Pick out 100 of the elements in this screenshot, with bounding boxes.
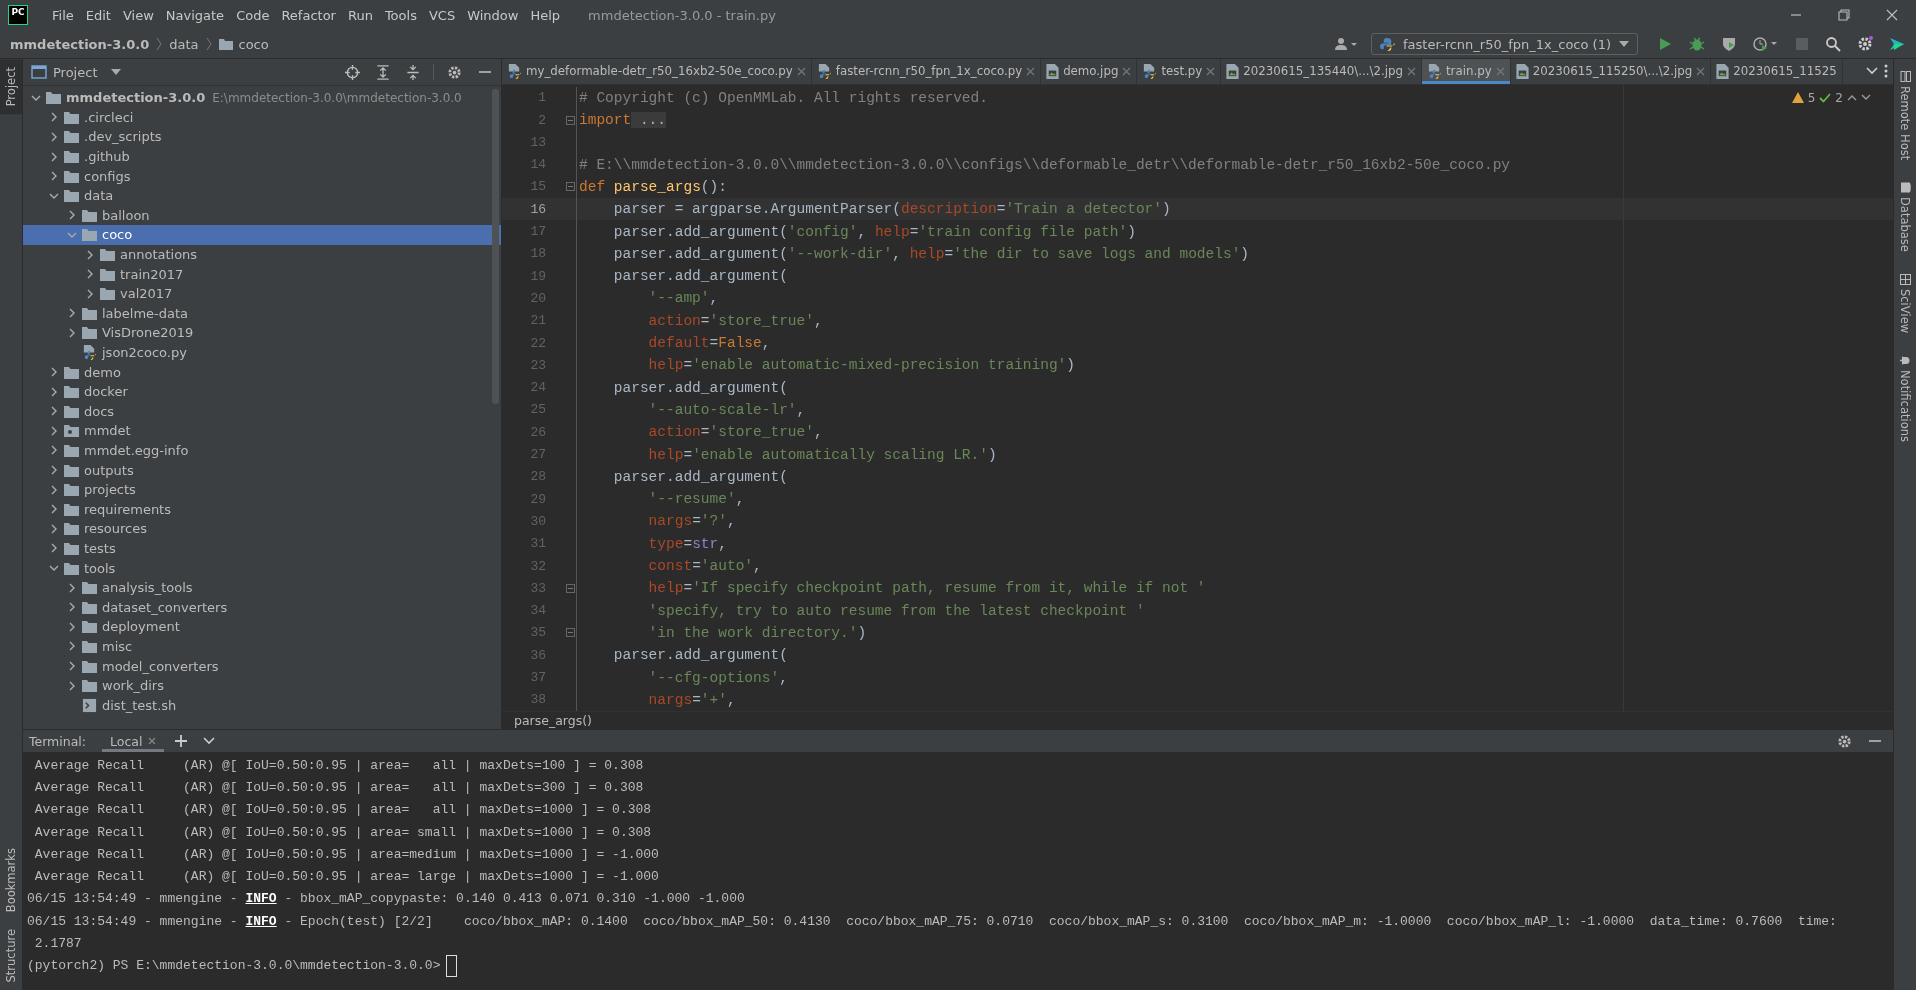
tree-item[interactable]: VisDrone2019 — [23, 323, 501, 343]
menu-item[interactable]: Window — [461, 7, 525, 23]
chevron-icon[interactable] — [49, 151, 59, 162]
chevron-icon[interactable] — [49, 425, 59, 436]
chevron-icon[interactable] — [67, 602, 77, 613]
warning-icon[interactable] — [1791, 92, 1804, 104]
tool-window-tab[interactable]: Structure — [0, 920, 22, 990]
tree-item[interactable]: annotations — [23, 244, 501, 265]
chevron-icon[interactable] — [85, 288, 95, 299]
collapse-all-icon[interactable] — [406, 64, 420, 80]
profile-icon[interactable] — [1753, 36, 1779, 52]
tool-window-tab[interactable]: Database — [1894, 178, 1916, 257]
chevron-icon[interactable] — [49, 171, 59, 182]
chevron-icon[interactable] — [49, 367, 59, 378]
editor-tab[interactable]: 20230615_11525 — [1711, 59, 1843, 84]
editor-tab[interactable]: 20230615_135440\...\2.jpg — [1221, 59, 1422, 84]
tree-item[interactable]: data — [23, 185, 501, 206]
menu-item[interactable]: File — [46, 7, 80, 23]
settings-icon[interactable] — [447, 64, 462, 80]
chevron-icon[interactable] — [67, 680, 77, 691]
more-icon[interactable] — [1884, 64, 1888, 79]
tool-window-tab[interactable]: Bookmarks — [0, 840, 22, 921]
tree-item[interactable]: dist_test.sh — [23, 695, 501, 715]
menu-item[interactable]: Tools — [378, 7, 423, 23]
menu-item[interactable]: View — [116, 7, 160, 23]
search-icon[interactable] — [1825, 36, 1841, 52]
tree-item[interactable]: demo — [23, 362, 501, 382]
tree-item[interactable]: resources — [23, 519, 501, 539]
tree-item[interactable]: docker — [23, 381, 501, 402]
menu-item[interactable]: Refactor — [275, 7, 342, 23]
chevron-down-icon[interactable] — [1866, 67, 1878, 76]
tool-window-tab[interactable]: Remote Host — [1894, 67, 1916, 165]
close-icon[interactable] — [796, 66, 806, 76]
settings-icon[interactable] — [1837, 733, 1852, 749]
menu-item[interactable]: Edit — [79, 7, 117, 23]
tree-item[interactable]: mmdet.egg-info — [23, 440, 501, 461]
menu-item[interactable]: Navigate — [159, 7, 231, 23]
chevron-icon[interactable] — [67, 661, 77, 671]
editor-tab[interactable]: demo.jpg — [1041, 59, 1138, 84]
tree-item[interactable]: deployment — [23, 617, 501, 637]
chevron-icon[interactable] — [49, 386, 59, 397]
chevron-icon[interactable] — [67, 327, 77, 338]
close-icon[interactable] — [1206, 66, 1216, 76]
menu-item[interactable]: Help — [524, 7, 567, 23]
chevron-icon[interactable] — [67, 621, 77, 632]
chevron-icon[interactable] — [85, 249, 95, 260]
fold-icon[interactable] — [566, 583, 575, 593]
breadcrumb[interactable]: data — [169, 36, 199, 52]
tree-item[interactable]: outputs — [23, 460, 501, 480]
editor-tab[interactable]: faster-rcnn_r50_fpn_1x_coco.py — [811, 59, 1042, 84]
tree-item[interactable]: tools — [23, 558, 501, 578]
code-breadcrumb[interactable]: parse_args() — [514, 712, 592, 728]
chevron-icon[interactable] — [49, 523, 59, 534]
tree-item[interactable]: work_dirs — [23, 675, 501, 696]
chevron-icon[interactable] — [49, 406, 59, 417]
tree-item[interactable]: json2coco.py — [23, 342, 501, 363]
add-icon[interactable] — [175, 735, 188, 747]
run-icon[interactable] — [1657, 36, 1673, 52]
tree-item[interactable]: .dev_scripts — [23, 127, 501, 147]
tree-item[interactable]: train2017 — [23, 264, 501, 284]
chevron-icon[interactable] — [49, 445, 59, 456]
tree-item[interactable]: .github — [23, 146, 501, 167]
chevron-icon[interactable] — [49, 543, 59, 554]
breadcrumb[interactable]: coco — [238, 36, 269, 52]
settings-icon[interactable] — [1857, 36, 1873, 52]
project-view-dropdown[interactable]: Project — [53, 64, 122, 80]
chevron-icon[interactable] — [67, 582, 77, 593]
tree-item[interactable]: .circleci — [23, 107, 501, 128]
editor-tab[interactable]: test.py — [1137, 59, 1222, 84]
locate-icon[interactable] — [345, 64, 360, 80]
chevron-down-icon[interactable] — [203, 737, 216, 745]
tree-item[interactable]: labelme-data — [23, 303, 501, 324]
close-icon[interactable] — [148, 737, 157, 745]
close-icon[interactable] — [1696, 66, 1706, 76]
fold-icon[interactable] — [566, 182, 575, 192]
tree-item[interactable]: misc — [23, 636, 501, 657]
close-icon[interactable] — [1406, 66, 1416, 76]
chevron-icon[interactable] — [67, 641, 77, 652]
menu-item[interactable]: VCS — [422, 7, 462, 23]
run-configuration-dropdown[interactable]: faster-rcnn_r50_fpn_1x_coco (1) — [1371, 33, 1638, 55]
restore-icon[interactable] — [1837, 8, 1851, 22]
terminal-tab[interactable]: Local — [102, 730, 165, 752]
tree-item[interactable]: tests — [23, 538, 501, 559]
tree-item[interactable]: docs — [23, 401, 501, 422]
scrollbar[interactable] — [492, 89, 499, 404]
tree-item[interactable]: model_converters — [23, 656, 501, 676]
tree-item[interactable]: coco — [23, 225, 501, 245]
chevron-icon[interactable] — [49, 504, 59, 515]
bug-icon[interactable] — [1689, 36, 1705, 52]
editor-tab[interactable]: train.py — [1421, 59, 1511, 84]
fold-icon[interactable] — [566, 628, 575, 638]
user-icon[interactable] — [1335, 37, 1360, 51]
close-icon[interactable] — [1122, 66, 1132, 76]
tree-item[interactable]: requirements — [23, 499, 501, 520]
tool-window-tab[interactable]: SciView — [1894, 270, 1916, 338]
tree-item[interactable]: mmdet — [23, 421, 501, 441]
expand-all-icon[interactable] — [376, 64, 390, 80]
chevron-icon[interactable] — [67, 210, 77, 221]
menu-item[interactable]: Run — [341, 7, 379, 23]
editor-tab[interactable]: my_deformable-detr_r50_16xb2-50e_coco.py — [502, 59, 812, 84]
